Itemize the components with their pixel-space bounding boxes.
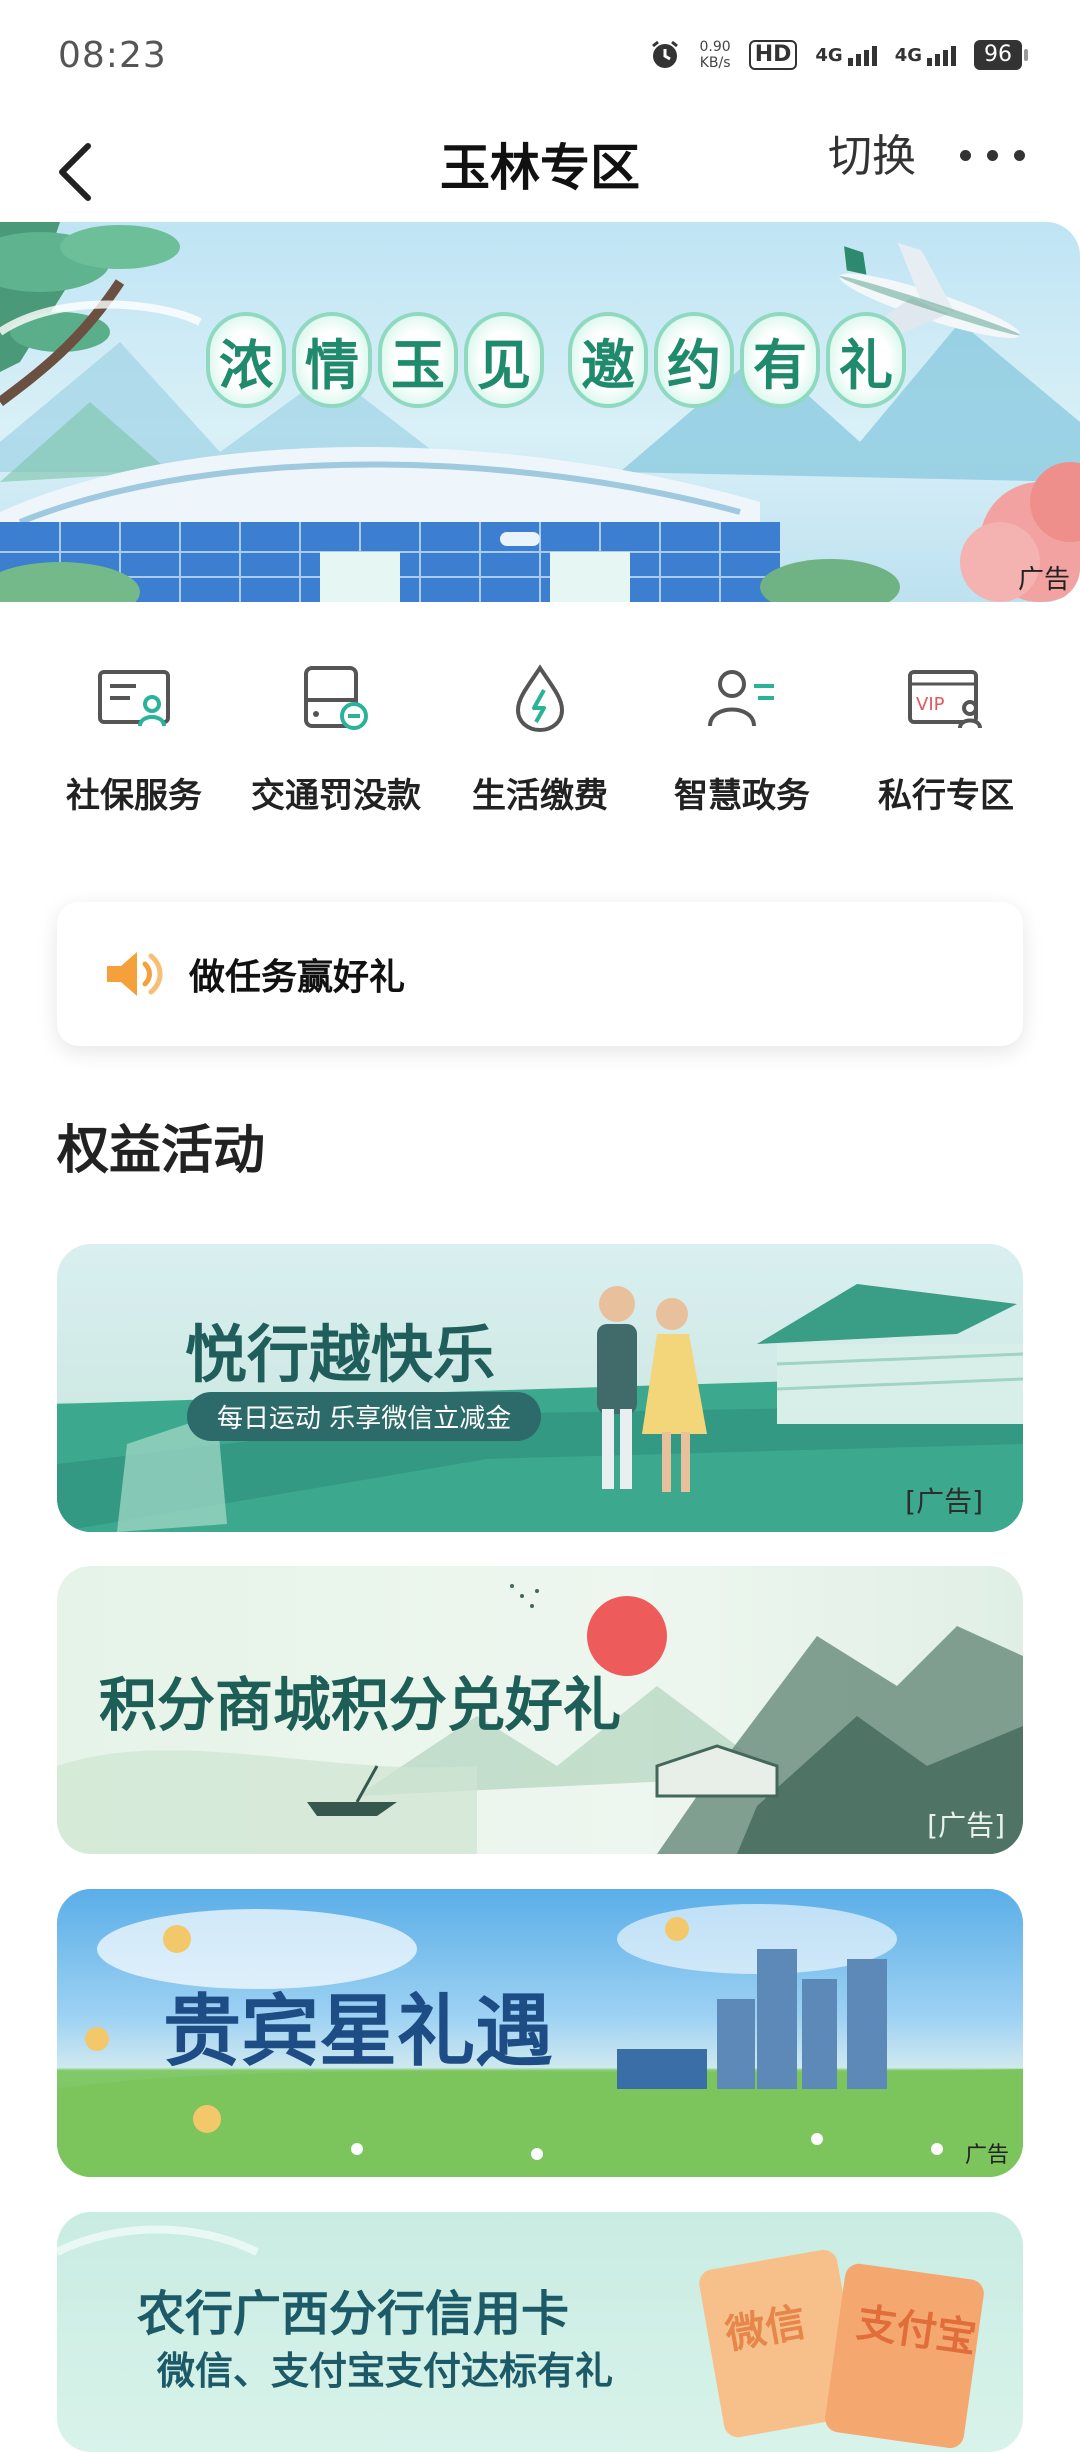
network-speed-value: 0.90	[699, 39, 731, 55]
banner-char: 浓	[206, 312, 286, 408]
utility-payment-icon	[515, 664, 565, 733]
promo-card-happy-walk[interactable]: 悦行越快乐 每日运动 乐享微信立减金 [广告]	[57, 1244, 1023, 1532]
promo-card-credit-card[interactable]: 农行广西分行信用卡 微信、支付宝支付达标有礼 微信 支付宝	[57, 2212, 1023, 2452]
service-label: 交通罚没款	[251, 776, 421, 816]
service-label: 生活缴费	[472, 776, 608, 816]
speaker-icon	[107, 952, 163, 996]
promo-ad-label: [广告]	[905, 1485, 983, 1518]
top-banner[interactable]: 浓 情 玉 见 邀 约 有 礼 广告	[0, 222, 1080, 602]
service-private-bank[interactable]: VIP 私行专区	[846, 660, 1046, 817]
promo-subtitle: 微信、支付宝支付达标有礼	[157, 2348, 614, 2393]
promo-title: 农行广西分行信用卡	[137, 2286, 570, 2342]
promo-card-vip[interactable]: 贵宾星礼遇 广告	[57, 1889, 1023, 2177]
service-social-security[interactable]: 社保服务	[34, 660, 234, 817]
signal-1-label: 4G	[815, 44, 843, 66]
banner-title: 浓 情 玉 见 邀 约 有 礼	[206, 312, 906, 408]
svg-text:VIP: VIP	[916, 694, 945, 715]
promo-ad-label: 广告	[964, 2143, 1009, 2168]
more-menu-icon[interactable]	[960, 150, 1025, 161]
hd-badge: HD	[748, 40, 798, 70]
banner-illustration	[0, 222, 1080, 602]
promo-title: 悦行越快乐	[185, 1318, 496, 1391]
service-label: 智慧政务	[674, 776, 810, 816]
service-label: 私行专区	[878, 776, 1014, 816]
service-label: 社保服务	[66, 776, 202, 816]
signal-2-label: 4G	[894, 44, 922, 66]
task-label: 做任务赢好礼	[189, 956, 406, 998]
banner-char: 有	[740, 312, 820, 408]
banner-char: 约	[654, 312, 734, 408]
network-speed-unit: KB/s	[699, 55, 731, 71]
status-time: 08:23	[58, 34, 167, 76]
promo-subtitle: 每日运动 乐享微信立减金	[187, 1392, 542, 1441]
task-card[interactable]: 做任务赢好礼	[57, 902, 1023, 1046]
status-icons: 0.90 KB/s HD 4G 4G 96	[648, 38, 1028, 72]
social-security-card-icon	[98, 670, 170, 727]
banner-char: 玉	[378, 312, 458, 408]
signal-2: 4G	[895, 45, 956, 66]
switch-button[interactable]: 切换	[828, 120, 916, 184]
vip-card-icon: VIP	[908, 670, 982, 729]
status-bar: 08:23 0.90 KB/s HD 4G 4G 96	[0, 0, 1080, 110]
promo-ad-label: [广告]	[927, 1809, 1005, 1842]
section-title: 权益活动	[57, 1120, 266, 1181]
nav-bar: 玉林专区 切换	[0, 110, 1080, 240]
banner-char: 见	[464, 312, 544, 408]
alarm-icon	[651, 40, 678, 68]
promo-title: 贵宾星礼遇	[163, 1986, 554, 2077]
page-title: 玉林专区	[440, 138, 640, 197]
battery-indicator: 96	[974, 40, 1028, 70]
banner-ad-label: 广告	[1017, 565, 1070, 595]
service-grid: 社保服务 交通罚没款 生活缴费 智慧政务 VIP 私行专区	[0, 660, 1080, 840]
service-utility-payment[interactable]: 生活缴费	[440, 660, 640, 817]
promo-card-points-mall[interactable]: 积分商城积分兑好礼 [广告]	[57, 1566, 1023, 1854]
banner-char: 情	[292, 312, 372, 408]
promo-title: 积分商城积分兑好礼	[99, 1671, 622, 1739]
network-speed: 0.90 KB/s	[700, 39, 731, 71]
banner-char: 礼	[826, 312, 906, 408]
gov-service-icon	[708, 670, 774, 727]
banner-char: 邀	[568, 312, 648, 408]
service-traffic-fine[interactable]: 交通罚没款	[236, 660, 436, 817]
service-gov[interactable]: 智慧政务	[642, 660, 842, 817]
traffic-fine-icon	[304, 666, 368, 730]
signal-1: 4G	[815, 44, 877, 66]
